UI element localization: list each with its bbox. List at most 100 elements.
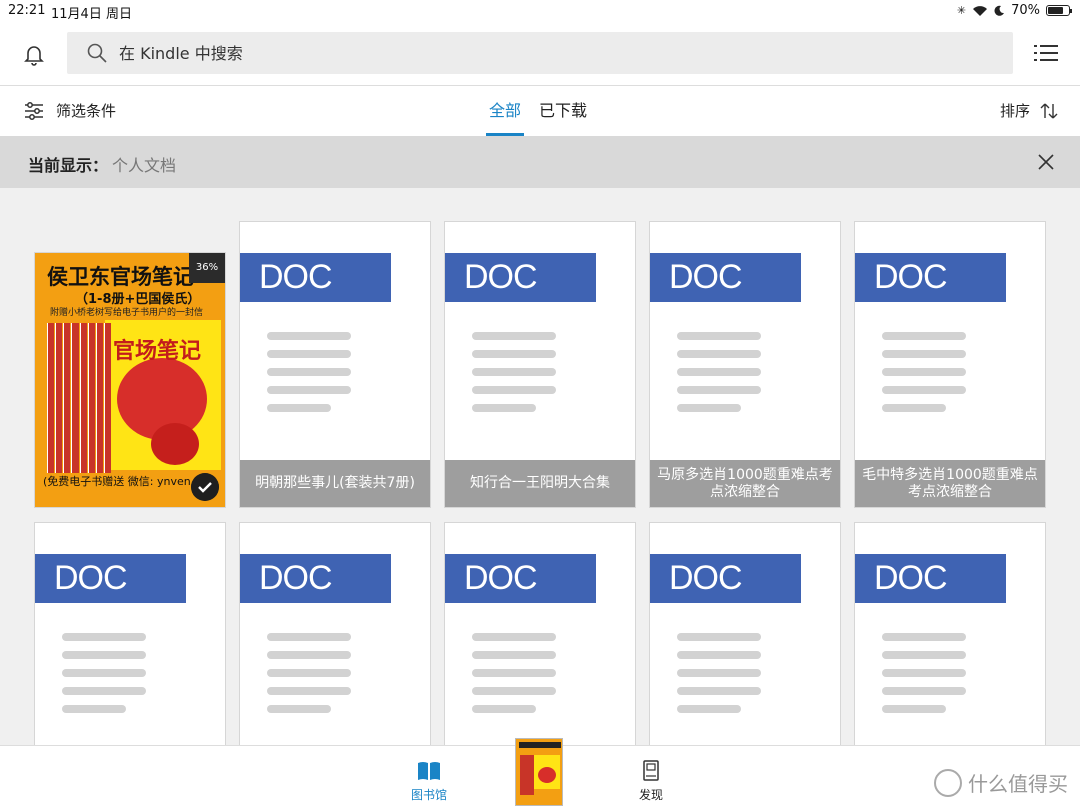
doc-placeholder-line [472,687,556,695]
list-menu-icon[interactable] [1034,42,1058,64]
doc-placeholder-line [677,404,741,412]
cover-tagline: 附赠小桥老树写给电子书用户的一封信 [50,308,204,318]
doc-placeholder-line [267,368,351,376]
nav-discover[interactable]: 发现 [621,760,681,803]
sort-button[interactable]: 排序 [1000,100,1058,121]
doc-card[interactable]: DOC 知行合一王阳明大合集 [444,221,636,508]
watermark-logo-icon [934,768,962,797]
book-cover-item[interactable]: 侯卫东官场笔记 （1-8册+巴国侯氏） 附赠小桥老树写给电子书用户的一封信 官场… [34,252,226,508]
doc-placeholder-line [882,687,966,695]
status-bar: 22:21 11月4日 周日 ✳ 70% [0,0,1080,22]
doc-placeholder-line [472,404,536,412]
doc-card[interactable]: DOC [239,522,431,745]
doc-placeholder-line [62,651,146,659]
doc-placeholder-line [62,687,146,695]
battery-percent: 70% [1011,3,1040,18]
doc-card[interactable]: DOC [854,522,1046,745]
nav-discover-label: 发现 [638,788,663,802]
watermark-text: 什么值得买 [968,772,1068,796]
doc-badge: DOC [650,253,801,302]
filter-bar: 筛选条件 全部 已下载 排序 [0,86,1080,136]
doc-card[interactable]: DOC [444,522,636,745]
doc-placeholder-line [882,404,946,412]
doc-badge: DOC [445,253,596,302]
current-filter-banner: 当前显示： 个人文档 [0,136,1080,188]
doc-title: 知行合一王阳明大合集 [445,460,635,507]
status-time: 22:21 [8,3,46,18]
doc-placeholder-line [472,669,556,677]
doc-placeholder-line [267,687,351,695]
doc-card[interactable]: DOC 马原多选肖1000题重难点考点浓缩整合 [649,221,841,508]
doc-title: 毛中特多选肖1000题重难点考点浓缩整合 [855,460,1045,507]
doc-placeholder-line [882,350,966,358]
doc-placeholder-line [472,332,556,340]
search-input[interactable] [119,32,979,74]
filter-button[interactable]: 筛选条件 [24,100,116,121]
moon-icon [994,5,1005,16]
doc-placeholder-line [472,651,556,659]
library-grid: 侯卫东官场笔记 （1-8册+巴国侯氏） 附赠小桥老树写给电子书用户的一封信 官场… [0,188,1080,745]
doc-badge: DOC [855,253,1006,302]
view-tabs: 全部 已下载 [484,86,600,136]
doc-badge: DOC [445,554,596,603]
doc-placeholder-line [267,669,351,677]
doc-placeholder-line [62,633,146,641]
cover-art-stamp [151,423,199,465]
cover-footer: (免费电子书赠送 微信: ynven [43,475,191,488]
doc-placeholder-line [882,332,966,340]
doc-placeholder-line [677,332,761,340]
tab-downloaded[interactable]: 已下载 [534,86,592,136]
doc-placeholder-line [677,651,761,659]
doc-placeholder-line [882,669,966,677]
doc-badge: DOC [650,554,801,603]
filter-sliders-icon [25,101,43,120]
doc-placeholder-line [62,669,146,677]
wifi-icon [973,5,988,16]
doc-placeholder-line [677,350,761,358]
loading-icon: ✳ [956,4,967,17]
doc-placeholder-line [267,705,331,713]
doc-placeholder-line [677,669,761,677]
search-icon [87,43,107,63]
doc-placeholder-line [882,633,966,641]
doc-card[interactable]: DOC [34,522,226,745]
battery-icon [1046,5,1072,16]
search-bar[interactable] [67,32,1013,74]
doc-card[interactable]: DOC 明朝那些事儿(套装共7册) [239,221,431,508]
doc-placeholder-line [267,386,351,394]
doc-badge: DOC [855,554,1006,603]
status-date: 11月4日 周日 [51,7,132,22]
doc-placeholder-line [882,386,966,394]
doc-placeholder-line [267,651,351,659]
close-icon[interactable] [1036,152,1056,172]
tab-all[interactable]: 全部 [484,86,526,136]
current-book-thumbnail[interactable] [515,738,563,806]
doc-placeholder-line [472,633,556,641]
open-book-icon [418,762,440,780]
nav-library[interactable]: 图书馆 [399,760,459,803]
nav-library-label: 图书馆 [410,788,447,802]
doc-card[interactable]: DOC 毛中特多选肖1000题重难点考点浓缩整合 [854,221,1046,508]
book-discover-icon [643,760,659,781]
cover-art-spines [47,323,111,473]
banner-value: 个人文档 [112,156,177,175]
bottom-nav: 图书馆 发现 什么值得买 [0,738,1080,810]
doc-placeholder-line [472,350,556,358]
doc-title: 明朝那些事儿(套装共7册) [240,460,430,507]
doc-placeholder-line [472,705,536,713]
banner-label: 当前显示： [28,156,109,175]
doc-badge: DOC [35,554,186,603]
bell-icon[interactable] [22,42,46,66]
cover-title: 侯卫东官场笔记 [47,264,194,289]
doc-placeholder-line [472,368,556,376]
doc-placeholder-line [267,404,331,412]
doc-card[interactable]: DOC [649,522,841,745]
doc-placeholder-line [677,687,761,695]
doc-placeholder-line [677,386,761,394]
sort-arrows-icon [1040,103,1058,118]
downloaded-check-icon [191,473,219,501]
status-right: ✳ 70% [956,3,1072,18]
cover-inner-title: 官场笔记 [113,339,202,364]
filter-label: 筛选条件 [56,102,117,120]
doc-placeholder-line [472,386,556,394]
